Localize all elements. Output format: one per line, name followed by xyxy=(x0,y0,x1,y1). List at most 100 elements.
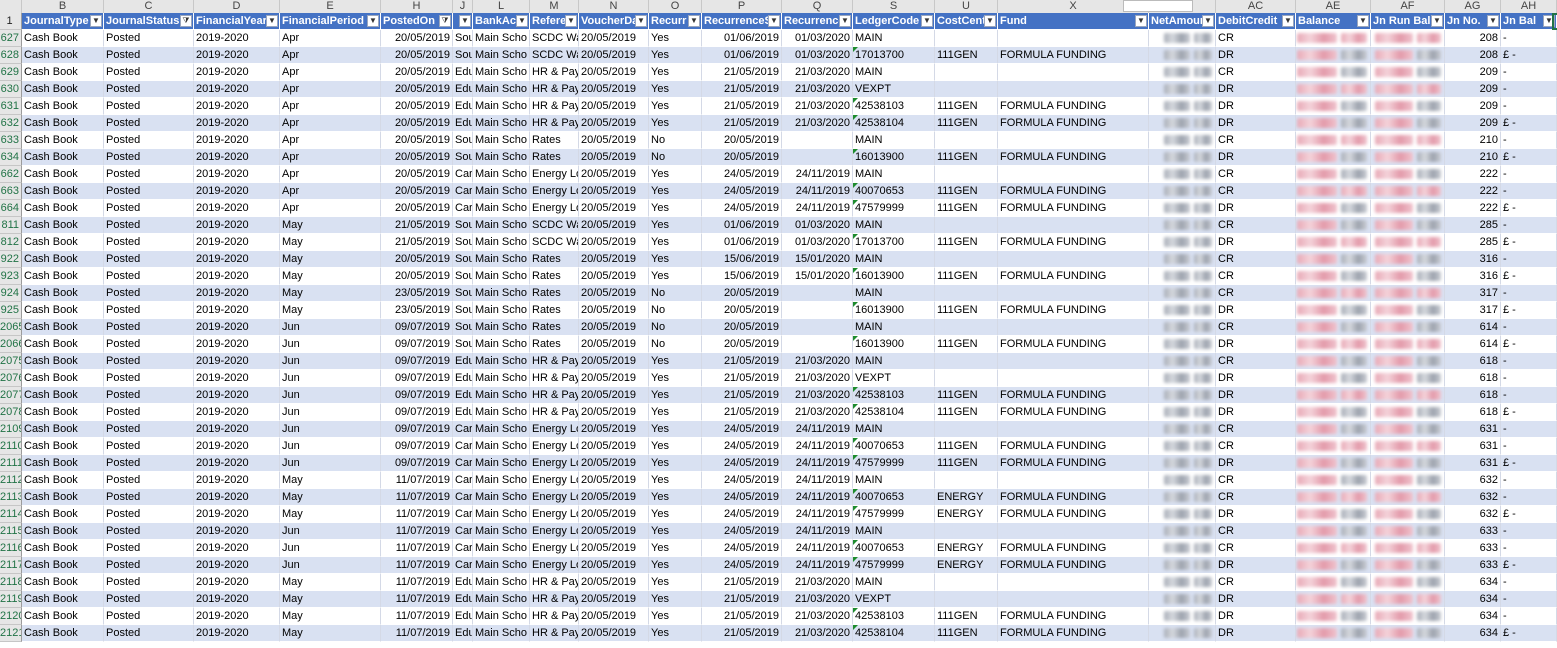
cell[interactable]: Cash Book xyxy=(22,319,104,336)
cell[interactable] xyxy=(1371,30,1445,47)
cell[interactable] xyxy=(1371,166,1445,183)
cell[interactable]: DR xyxy=(1216,506,1296,523)
cell[interactable]: 614 xyxy=(1445,336,1501,353)
cell[interactable]: 24/05/2019 xyxy=(702,200,782,217)
cell[interactable]: CR xyxy=(1216,523,1296,540)
cell[interactable]: 20/05/2019 xyxy=(579,234,649,251)
cell[interactable]: 40070653 xyxy=(853,438,935,455)
cell[interactable]: Energy Lo xyxy=(530,455,579,472)
cell[interactable]: Posted xyxy=(104,319,194,336)
cell[interactable]: 20/05/2019 xyxy=(579,81,649,98)
cell[interactable] xyxy=(998,591,1149,608)
cell[interactable]: 208 xyxy=(1445,30,1501,47)
cell[interactable] xyxy=(1149,489,1216,506)
cell[interactable] xyxy=(998,574,1149,591)
cell[interactable]: DR xyxy=(1216,115,1296,132)
cell[interactable] xyxy=(1296,149,1371,166)
cell[interactable] xyxy=(1149,455,1216,472)
cell[interactable]: SCDC Wa xyxy=(530,217,579,234)
cell[interactable]: Main Scho xyxy=(473,30,530,47)
cell[interactable]: Main Scho xyxy=(473,47,530,64)
cell[interactable]: 21/03/2020 xyxy=(782,574,853,591)
cell[interactable]: 21/03/2020 xyxy=(782,608,853,625)
cell[interactable]: £ - xyxy=(1501,506,1557,523)
cell[interactable] xyxy=(935,81,998,98)
cell[interactable]: Main Scho xyxy=(473,200,530,217)
cell[interactable] xyxy=(1149,404,1216,421)
cell[interactable]: FORMULA FUNDING xyxy=(998,438,1149,455)
cell[interactable]: Main Scho xyxy=(473,523,530,540)
row-number[interactable]: 2120 xyxy=(0,608,22,625)
cell[interactable] xyxy=(1371,98,1445,115)
cell[interactable] xyxy=(1296,268,1371,285)
cell[interactable]: 21/05/2019 xyxy=(702,115,782,132)
cell[interactable] xyxy=(935,217,998,234)
row-number[interactable]: 2118 xyxy=(0,574,22,591)
cell[interactable]: Posted xyxy=(104,421,194,438)
cell[interactable]: HR & Pay xyxy=(530,625,579,642)
column-header-corner[interactable] xyxy=(0,0,22,13)
cell[interactable]: 2019-2020 xyxy=(194,387,280,404)
cell[interactable]: - xyxy=(1501,30,1557,47)
cell[interactable]: Edu xyxy=(453,608,473,625)
cell[interactable]: Main Scho xyxy=(473,387,530,404)
cell[interactable]: 20/05/2019 xyxy=(381,268,453,285)
row-number[interactable]: 1 xyxy=(0,13,22,30)
cell[interactable]: FORMULA FUNDING xyxy=(998,115,1149,132)
cell[interactable]: ENERGY xyxy=(935,506,998,523)
cell[interactable]: Edu xyxy=(453,64,473,81)
cell[interactable]: No xyxy=(649,336,702,353)
cell[interactable] xyxy=(1296,421,1371,438)
cell[interactable]: HR & Pay xyxy=(530,591,579,608)
filter-dropdown-icon[interactable]: ▼ xyxy=(565,15,577,27)
cell[interactable]: - xyxy=(1501,183,1557,200)
cell[interactable]: CR xyxy=(1216,319,1296,336)
cell[interactable]: Cash Book xyxy=(22,404,104,421)
cell[interactable] xyxy=(1149,608,1216,625)
cell[interactable]: 618 xyxy=(1445,404,1501,421)
cell[interactable]: MAIN xyxy=(853,251,935,268)
cell[interactable]: Sou xyxy=(453,251,473,268)
cell[interactable]: Yes xyxy=(649,472,702,489)
cell[interactable]: Rates xyxy=(530,132,579,149)
cell[interactable]: 20/05/2019 xyxy=(702,285,782,302)
cell[interactable]: Yes xyxy=(649,404,702,421)
cell[interactable]: 15/01/2020 xyxy=(782,251,853,268)
cell[interactable]: 634 xyxy=(1445,591,1501,608)
cell[interactable]: - xyxy=(1501,251,1557,268)
cell[interactable] xyxy=(1371,591,1445,608)
row-number[interactable]: 2066 xyxy=(0,336,22,353)
cell[interactable]: CR xyxy=(1216,166,1296,183)
cell[interactable]: Main Scho xyxy=(473,183,530,200)
cell[interactable]: 111GEN xyxy=(935,336,998,353)
cell[interactable] xyxy=(1296,523,1371,540)
cell[interactable]: HR & Pay xyxy=(530,608,579,625)
cell[interactable]: DR xyxy=(1216,387,1296,404)
cell[interactable] xyxy=(998,30,1149,47)
row-number[interactable]: 2077 xyxy=(0,387,22,404)
cell[interactable]: 285 xyxy=(1445,217,1501,234)
cell[interactable]: 2019-2020 xyxy=(194,421,280,438)
cell[interactable] xyxy=(782,149,853,166)
cell[interactable]: May xyxy=(280,217,381,234)
cell[interactable]: 111GEN xyxy=(935,625,998,642)
cell[interactable] xyxy=(1149,540,1216,557)
row-number[interactable]: 631 xyxy=(0,98,22,115)
cell[interactable]: 209 xyxy=(1445,81,1501,98)
cell[interactable]: Main Scho xyxy=(473,608,530,625)
cell[interactable]: 634 xyxy=(1445,574,1501,591)
cell[interactable] xyxy=(1371,336,1445,353)
cell[interactable]: Car xyxy=(453,166,473,183)
cell[interactable]: £ - xyxy=(1501,234,1557,251)
cell[interactable] xyxy=(1296,200,1371,217)
row-number[interactable]: 922 xyxy=(0,251,22,268)
cell[interactable]: May xyxy=(280,591,381,608)
cell[interactable]: Sou xyxy=(453,319,473,336)
cell[interactable] xyxy=(1371,183,1445,200)
cell[interactable]: MAIN xyxy=(853,472,935,489)
cell[interactable]: 20/05/2019 xyxy=(579,625,649,642)
cell[interactable]: 20/05/2019 xyxy=(579,472,649,489)
cell[interactable]: Main Scho xyxy=(473,217,530,234)
cell[interactable]: 21/03/2020 xyxy=(782,370,853,387)
cell[interactable] xyxy=(998,353,1149,370)
